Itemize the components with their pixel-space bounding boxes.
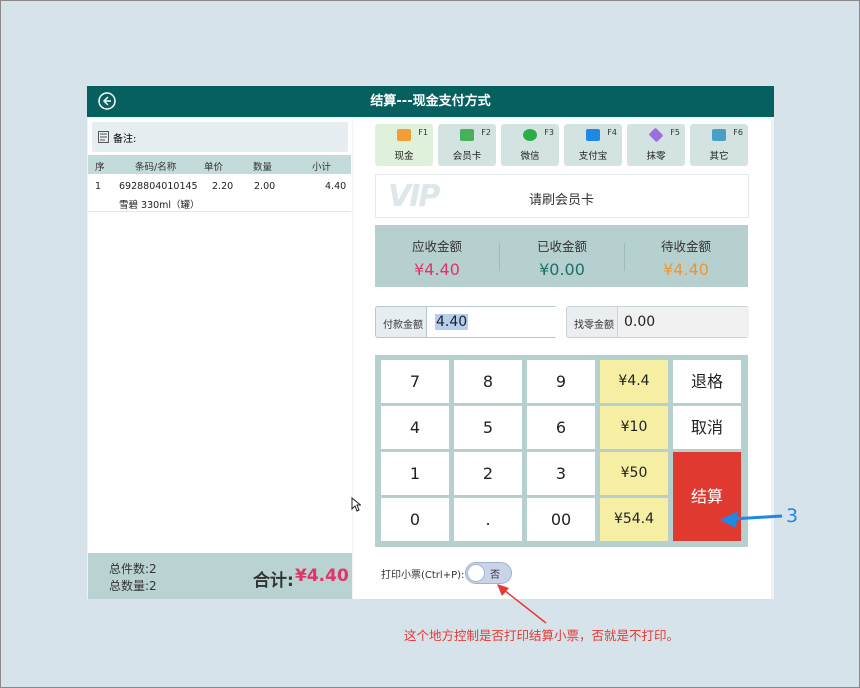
- annotation-arrows: [497, 511, 783, 624]
- red-arrow-icon: [497, 584, 547, 624]
- blue-arrow-icon: [720, 511, 783, 528]
- annotation-number: 3: [786, 505, 799, 527]
- annotation-note: 这个地方控制是否打印结算小票，否就是不打印。: [404, 628, 680, 643]
